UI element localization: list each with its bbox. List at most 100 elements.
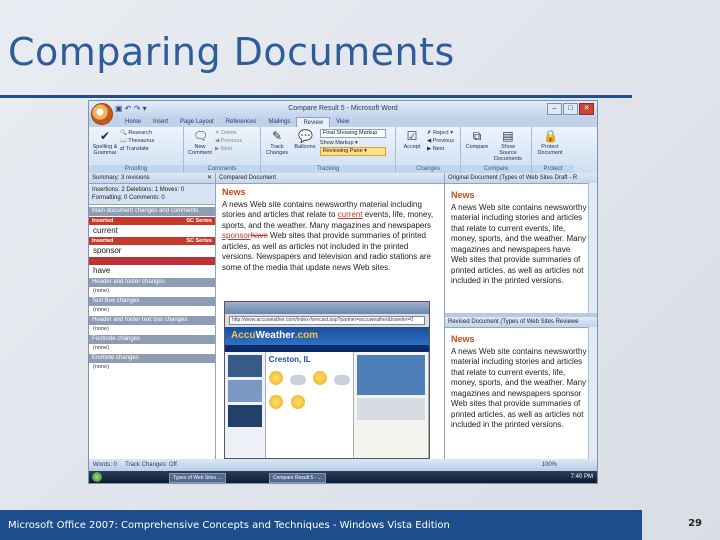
compared-document-pane[interactable]: Compared Document News A news Web site c… (216, 173, 445, 459)
compared-document-text: News A news Web site contains newsworthy… (216, 173, 444, 273)
research-button[interactable]: 🔍 Research (120, 129, 154, 137)
spelling-button[interactable]: ✔ Spelling & Grammar (92, 129, 118, 156)
change-type: Deleted (92, 258, 112, 264)
changes-small-buttons: ✗ Reject ▾ ◀ Previous ▶ Next (427, 129, 454, 153)
category-endnote: Endnote changes (89, 354, 215, 363)
tab-review[interactable]: Review (296, 117, 331, 127)
minimize-icon[interactable]: – (547, 103, 562, 115)
compared-header-label: Compared Document (219, 175, 277, 181)
previous-comment-button[interactable]: ◀ Previous (215, 137, 242, 145)
delete-comment-button[interactable]: ✕ Delete (215, 129, 242, 137)
source-documents-column: Original Document (Types of Web Sites Dr… (445, 173, 597, 459)
show-source-button[interactable]: ▤ Show Source Documents (492, 129, 524, 162)
category-header-footer: Header and footer changes (89, 278, 215, 287)
tab-page-layout[interactable]: Page Layout (174, 117, 220, 127)
previous-change-button[interactable]: ◀ Previous (427, 137, 454, 145)
sun-icon (268, 371, 283, 385)
tab-references[interactable]: References (220, 117, 263, 127)
change-header-1[interactable]: Inserted SC Series (89, 217, 215, 225)
title-bar: ▣ ↶ ↷ ▾ Compare Result 5 - Microsoft Wor… (89, 101, 597, 125)
next-comment-button[interactable]: ▶ Next (215, 145, 242, 153)
translate-button[interactable]: ⇄ Translate (120, 145, 154, 153)
summary-stats-1: Insertions: 2 Deletions: 1 Moves: 0 (92, 187, 185, 193)
change-text-2[interactable]: sponsor (89, 245, 215, 256)
track-changes-icon: ✎ (271, 129, 283, 143)
previous-change-label: Previous (432, 138, 455, 144)
thesaurus-label: Thesaurus (128, 138, 155, 144)
accuweather-screenshot: http://www.accuweather.com/index-forecas… (224, 301, 430, 459)
logo-text-c: .com (294, 330, 319, 341)
display-for-review-select[interactable]: Final Showing Markup (319, 129, 386, 138)
group-comments: 🗨 New Comment ✕ Delete ◀ Previous ▶ Next… (184, 127, 261, 173)
zoom-level[interactable]: 100% (542, 459, 557, 471)
close-icon[interactable]: ✕ (579, 103, 594, 115)
reviewing-pane-header: Summary: 3 revisions ✕ (89, 173, 215, 184)
sun-icon (268, 395, 283, 409)
start-button-icon[interactable] (92, 472, 102, 482)
map-block (357, 355, 425, 395)
group-proofing: ✔ Spelling & Grammar 🔍 Research 📖 Thesau… (89, 127, 184, 173)
balloons-button[interactable]: 💬 Balloons (292, 129, 318, 150)
previous-comment-label: Previous (220, 138, 243, 144)
office-button-icon[interactable] (91, 103, 113, 125)
taskbar-button-compare[interactable]: Compare Result 5 - ... (269, 473, 326, 483)
browser-title-bar (225, 302, 429, 314)
track-changes-button[interactable]: ✎ Track Changes (264, 129, 290, 156)
original-scrollbar[interactable] (588, 183, 597, 313)
category-footnote: Footnote changes (89, 335, 215, 344)
change-header-3[interactable]: Deleted SC Series (89, 257, 215, 265)
protect-document-button[interactable]: 🔒 Protect Document (535, 129, 565, 156)
none-label: (none) (93, 288, 109, 294)
tab-insert[interactable]: Insert (147, 117, 174, 127)
change-text-3[interactable]: have (89, 265, 215, 276)
new-comment-button[interactable]: 🗨 New Comment (187, 129, 213, 156)
compare-button[interactable]: ⧉ Compare (464, 129, 490, 150)
promo-block (228, 355, 262, 377)
compare-label: Compare (465, 144, 489, 150)
show-source-label: Show Source Documents (494, 144, 522, 162)
revised-scrollbar[interactable] (588, 327, 597, 459)
proofing-group-label: Proofing (89, 165, 183, 173)
taskbar-button-types[interactable]: Types of Web Sites ... (169, 473, 226, 483)
thesaurus-button[interactable]: 📖 Thesaurus (120, 137, 154, 145)
accept-button[interactable]: ☑ Accept (399, 129, 425, 150)
protect-label: Protect Document (537, 144, 563, 156)
accuweather-forecast: Creston, IL (265, 352, 355, 458)
compared-document-header: Compared Document (216, 173, 444, 184)
revised-body: A news Web site contains newsworthy mate… (451, 346, 587, 430)
new-comment-label: New Comment (188, 144, 212, 156)
accuweather-left-column (225, 352, 266, 458)
track-changes-label: Track Changes (265, 144, 289, 156)
maximize-icon[interactable]: □ (563, 103, 578, 115)
compare-group-label: Compare (461, 165, 531, 173)
translate-label: Translate (126, 146, 149, 152)
tracking-group-label: Tracking (261, 165, 395, 173)
tracking-selects: Final Showing Markup Show Markup ▾ Revie… (319, 129, 386, 157)
revised-header-label: Revised Document (Types of Web Sites Rev… (448, 319, 579, 325)
spelling-label: Spelling & Grammar (92, 144, 118, 156)
track-changes-status[interactable]: Track Changes: Off (125, 462, 177, 468)
accuweather-nav (225, 345, 429, 352)
revised-document-pane[interactable]: Revised Document (Types of Web Sites Rev… (445, 317, 597, 459)
accuweather-right-column (354, 352, 429, 458)
slide-footer: Microsoft Office 2007: Comprehensive Con… (0, 510, 642, 540)
next-change-button[interactable]: ▶ Next (427, 145, 454, 153)
comments-group-label: Comments (184, 165, 260, 173)
reject-button[interactable]: ✗ Reject ▾ (427, 129, 454, 137)
reviewing-pane-button[interactable]: Reviewing Pane ▾ (319, 147, 386, 156)
change-header-2[interactable]: Inserted SC Series (89, 237, 215, 245)
original-document-pane[interactable]: Original Document (Types of Web Sites Dr… (445, 173, 597, 317)
ribbon-tabs: Home Insert Page Layout References Maili… (89, 117, 597, 127)
group-tracking: ✎ Track Changes 💬 Balloons Final Showing… (261, 127, 396, 173)
tab-mailings[interactable]: Mailings (262, 117, 296, 127)
source-documents-icon: ▤ (502, 129, 514, 143)
group-protect: 🔒 Protect Document Protect (532, 127, 574, 173)
tab-view[interactable]: View (330, 117, 355, 127)
pane-close-icon[interactable]: ✕ (207, 173, 212, 183)
change-text-1[interactable]: current (89, 225, 215, 236)
none-label: (none) (93, 345, 109, 351)
show-markup-button[interactable]: Show Markup ▾ (320, 139, 386, 147)
word-count[interactable]: Words: 0 (93, 462, 117, 468)
tab-home[interactable]: Home (119, 117, 147, 127)
compared-heading: News (222, 187, 246, 197)
